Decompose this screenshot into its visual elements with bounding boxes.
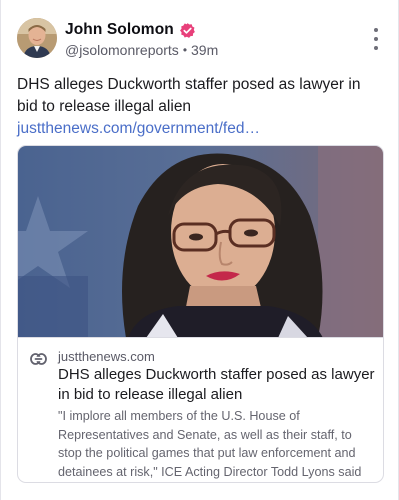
author-handle[interactable]: @jsolomonreports [65, 42, 179, 58]
author-name-row: John Solomon [65, 20, 196, 40]
post-body: DHS alleges Duckworth staffer posed as l… [17, 76, 361, 115]
author-meta-row: @jsolomonreports • 39m [65, 41, 218, 59]
preview-title[interactable]: DHS alleges Duckworth staffer posed as l… [58, 365, 376, 405]
post-link[interactable]: justthenews.com/government/fed… [17, 120, 260, 137]
author-name[interactable]: John Solomon [65, 21, 174, 39]
avatar[interactable] [17, 18, 57, 58]
post-header: John Solomon @jsolomonreports • 39m [17, 18, 384, 60]
more-dot [374, 46, 378, 50]
avatar-image [17, 18, 57, 58]
preview-domain: justthenews.com [58, 349, 155, 364]
link-chain-icon [30, 352, 47, 365]
more-options-icon[interactable] [368, 28, 384, 50]
separator-dot: • [182, 43, 188, 57]
post-view: John Solomon @jsolomonreports • 39m DHS … [0, 0, 399, 500]
more-dot [374, 37, 378, 41]
preview-image[interactable] [18, 146, 383, 338]
verified-badge-icon [179, 22, 196, 39]
preview-details: justthenews.com DHS alleges Duckworth st… [18, 339, 383, 482]
post-timestamp[interactable]: 39m [191, 42, 218, 58]
preview-description: "I implore all members of the U.S. House… [58, 409, 362, 479]
more-dot [374, 28, 378, 32]
link-preview-card[interactable]: justthenews.com DHS alleges Duckworth st… [17, 145, 384, 483]
post-text: DHS alleges Duckworth staffer posed as l… [17, 74, 383, 140]
